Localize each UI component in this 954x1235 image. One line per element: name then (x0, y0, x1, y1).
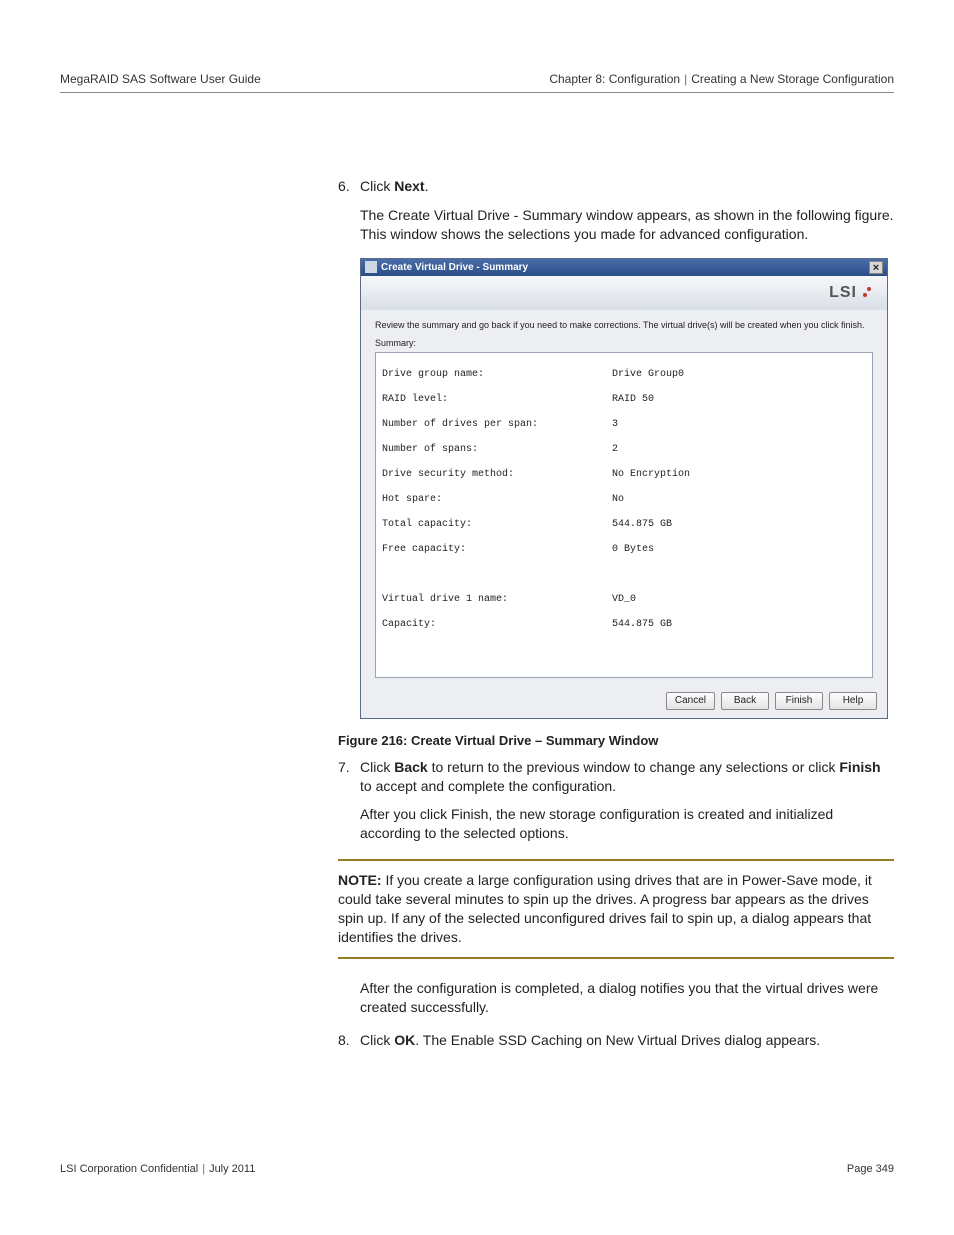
header-right: Chapter 8: Configuration | Creating a New … (549, 72, 894, 86)
back-button[interactable]: Back (721, 692, 769, 710)
dialog-titlebar: Create Virtual Drive - Summary × (361, 259, 887, 276)
text: Click (360, 178, 394, 194)
separator-icon: | (202, 1163, 205, 1175)
note-wrap: NOTE: If you create a large configuratio… (338, 859, 894, 1049)
summary-val: RAID 50 (612, 394, 654, 407)
bold-text: Finish (451, 806, 488, 822)
close-icon[interactable]: × (869, 261, 883, 274)
summary-val: 0 Bytes (612, 544, 654, 557)
summary-val: 3 (612, 419, 618, 432)
summary-val: No Encryption (612, 469, 690, 482)
brand-text: LSI (829, 284, 857, 302)
dialog-title: Create Virtual Drive - Summary (381, 262, 869, 273)
dialog-banner: LSI (361, 276, 887, 310)
note-block: NOTE: If you create a large configuratio… (338, 859, 894, 959)
bold-text: Back (394, 759, 427, 775)
dialog-body: Review the summary and go back if you ne… (361, 310, 887, 684)
text: to return to the previous window to chan… (428, 759, 840, 775)
summary-val: 544.875 GB (612, 619, 672, 632)
text: to accept and complete the configuration… (360, 778, 616, 794)
step-number: 8. (338, 1031, 360, 1050)
header-left: MegaRAID SAS Software User Guide (60, 72, 261, 86)
bold-text: Finish (839, 759, 880, 775)
dialog-button-row: Cancel Back Finish Help (361, 684, 887, 718)
step-7-paragraph: After you click Finish, the new storage … (360, 805, 896, 843)
summary-val: No (612, 494, 624, 507)
summary-val: 2 (612, 444, 618, 457)
after-note-paragraph: After the configuration is completed, a … (360, 979, 894, 1017)
figure-caption: Figure 216: Create Virtual Drive – Summa… (338, 733, 896, 748)
window-icon (365, 261, 377, 273)
header-chapter: Chapter 8: Configuration (549, 72, 680, 86)
step-8: 8. Click OK. The Enable SSD Caching on N… (338, 1031, 894, 1050)
body-column: 6. Click Next. The Create Virtual Drive … (338, 177, 896, 843)
cancel-button[interactable]: Cancel (666, 692, 715, 710)
footer-date: July 2011 (209, 1163, 255, 1175)
header-section: Creating a New Storage Configuration (691, 72, 894, 86)
summary-key: Hot spare: (382, 494, 612, 507)
footer-left: LSI Corporation Confidential | July 2011 (60, 1163, 255, 1175)
step-text: Click OK. The Enable SSD Caching on New … (360, 1031, 894, 1050)
step-6: 6. Click Next. (338, 177, 896, 196)
text: After you click (360, 806, 451, 822)
step-number: 6. (338, 177, 360, 196)
step-text: Click Next. (360, 177, 896, 196)
note-label: NOTE: (338, 872, 382, 888)
page-header: MegaRAID SAS Software User Guide Chapter… (60, 72, 894, 93)
footer-right: Page 349 (847, 1163, 894, 1175)
lsi-logo: LSI (829, 284, 877, 302)
logo-dots-icon (861, 285, 877, 301)
summary-key: RAID level: (382, 394, 612, 407)
summary-label: Summary: (375, 338, 873, 348)
text: Click (360, 759, 394, 775)
page-footer: LSI Corporation Confidential | July 2011 P… (60, 1163, 894, 1175)
summary-box: Drive group name:Drive Group0 RAID level… (375, 352, 873, 678)
dialog-tip: Review the summary and go back if you ne… (375, 320, 873, 330)
page: MegaRAID SAS Software User Guide Chapter… (0, 0, 954, 1235)
summary-val: Drive Group0 (612, 369, 684, 382)
step-7: 7. Click Back to return to the previous … (338, 758, 896, 796)
help-button[interactable]: Help (829, 692, 877, 710)
summary-key: Free capacity: (382, 544, 612, 557)
summary-val: VD_0 (612, 594, 636, 607)
dialog-screenshot: Create Virtual Drive - Summary × LSI Rev… (360, 258, 888, 719)
bold-text: OK (394, 1032, 415, 1048)
step-text: Click Back to return to the previous win… (360, 758, 896, 796)
summary-key: Number of drives per span: (382, 419, 612, 432)
text: . The Enable SSD Caching on New Virtual … (415, 1032, 820, 1048)
bold-text: Next (394, 178, 424, 194)
text: Click (360, 1032, 394, 1048)
step-6-paragraph: The Create Virtual Drive - Summary windo… (360, 206, 896, 244)
step-number: 7. (338, 758, 360, 796)
summary-key: Total capacity: (382, 519, 612, 532)
summary-val: 544.875 GB (612, 519, 672, 532)
note-text: If you create a large configuration usin… (338, 872, 872, 945)
summary-key: Capacity: (382, 619, 612, 632)
summary-key: Number of spans: (382, 444, 612, 457)
summary-key: Virtual drive 1 name: (382, 594, 612, 607)
finish-button[interactable]: Finish (775, 692, 823, 710)
summary-key: Drive group name: (382, 369, 612, 382)
summary-key: Drive security method: (382, 469, 612, 482)
footer-confidential: LSI Corporation Confidential (60, 1163, 198, 1175)
separator-icon: | (684, 72, 687, 86)
text: . (425, 178, 429, 194)
